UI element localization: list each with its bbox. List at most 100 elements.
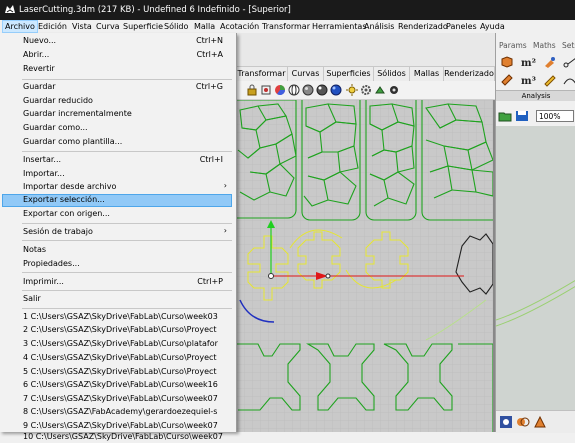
menu-item-notas[interactable]: Notas: [2, 244, 232, 256]
menu-curva[interactable]: Curva: [96, 22, 120, 31]
box-icon[interactable]: [499, 55, 515, 69]
area-icon[interactable]: m²: [520, 55, 536, 69]
label: 4 C:\Users\GSAZ\SkyDrive\FabLab\Curso\Pr…: [23, 353, 217, 362]
viewport-canvas[interactable]: [236, 99, 494, 432]
sphere-wire-icon[interactable]: [288, 84, 300, 96]
sphere-blue-icon[interactable]: [330, 84, 342, 96]
menu-archivo[interactable]: Archivo: [2, 20, 38, 33]
label: Nuevo...: [23, 36, 57, 45]
recent-file-8[interactable]: 8 C:\Users\GSAZ\FabAcademy\gerardoezequi…: [2, 406, 232, 418]
lock-icon[interactable]: [246, 84, 258, 96]
tab-renderizado[interactable]: Renderizado: [444, 67, 495, 81]
sphere-rendered-icon[interactable]: [316, 84, 328, 96]
recent-file-4[interactable]: 4 C:\Users\GSAZ\SkyDrive\FabLab\Curso\Pr…: [2, 352, 232, 364]
recent-file-6[interactable]: 6 C:\Users\GSAZ\SkyDrive\FabLab\Curso\we…: [2, 379, 232, 391]
menu-item-importar-desde-archivo[interactable]: Importar desde archivo ›: [2, 181, 232, 193]
tab-curvas[interactable]: Curvas: [288, 67, 324, 81]
menu-item-guardar[interactable]: Guardar Ctrl+G: [2, 81, 232, 93]
label: Abrir...: [23, 50, 50, 59]
recent-file-1[interactable]: 1 C:\Users\GSAZ\SkyDrive\FabLab\Curso\we…: [2, 311, 232, 323]
svg-text:m²: m²: [521, 58, 536, 69]
menu-vista[interactable]: Vista: [72, 22, 92, 31]
canvas-toolbar: [496, 410, 575, 433]
toolbar-tab-strip: Transformar Curvas Superficies Sólidos M…: [236, 67, 495, 82]
tab-maths[interactable]: Maths: [533, 41, 556, 50]
menu-edicion[interactable]: Edición: [38, 22, 67, 31]
label: 5 C:\Users\GSAZ\SkyDrive\FabLab\Curso\Pr…: [23, 367, 217, 376]
label: 7 C:\Users\GSAZ\SkyDrive\FabLab\Curso\we…: [23, 394, 218, 403]
separator: [22, 308, 232, 309]
color-wheel-icon[interactable]: [274, 84, 286, 96]
bake-icon[interactable]: [533, 415, 547, 429]
gear-icon[interactable]: [360, 84, 372, 96]
menu-item-exportar-con-origen[interactable]: Exportar con origen...: [2, 208, 232, 220]
menu-item-abrir[interactable]: Abrir... Ctrl+A: [2, 49, 232, 61]
menu-item-sesion-de-trabajo[interactable]: Sesión de trabajo ›: [2, 226, 232, 238]
menu-solido[interactable]: Sólido: [164, 22, 188, 31]
menu-acotacion[interactable]: Acotación: [220, 22, 259, 31]
menu-malla[interactable]: Malla: [194, 22, 215, 31]
menu-item-insertar[interactable]: Insertar... Ctrl+I: [2, 154, 232, 166]
record-icon[interactable]: [388, 84, 400, 96]
shortcut: Ctrl+I: [199, 155, 223, 164]
submenu-arrow-icon: ›: [223, 226, 227, 235]
tab-superficies[interactable]: Superficies: [324, 67, 374, 81]
menu-item-nuevo[interactable]: Nuevo... Ctrl+N: [2, 35, 232, 47]
label: Salir: [23, 294, 41, 303]
zoom-field[interactable]: 100%: [536, 110, 574, 122]
shortcut: Ctrl+P: [197, 277, 223, 286]
separator: [22, 151, 232, 152]
viewport-superior[interactable]: [236, 99, 494, 432]
menu-ayuda[interactable]: Ayuda: [480, 22, 505, 31]
sphere-shaded-icon[interactable]: [302, 84, 314, 96]
cluster-icon[interactable]: [516, 415, 530, 429]
menu-item-propiedades[interactable]: Propiedades...: [2, 258, 232, 270]
recent-file-5[interactable]: 5 C:\Users\GSAZ\SkyDrive\FabLab\Curso\Pr…: [2, 366, 232, 378]
light-icon[interactable]: [346, 84, 358, 96]
menu-item-guardar-plantilla[interactable]: Guardar como plantilla...: [2, 136, 232, 148]
grasshopper-canvas[interactable]: [496, 126, 575, 410]
menu-analisis[interactable]: Análisis: [364, 22, 394, 31]
svg-text:m³: m³: [521, 76, 536, 87]
save-icon[interactable]: [515, 110, 529, 122]
tab-transformar[interactable]: Transformar: [236, 67, 288, 81]
menu-item-imprimir[interactable]: Imprimir... Ctrl+P: [2, 276, 232, 288]
label: Exportar selección...: [23, 195, 105, 204]
pen-icon[interactable]: [542, 73, 558, 87]
recent-file-7[interactable]: 7 C:\Users\GSAZ\SkyDrive\FabLab\Curso\we…: [2, 393, 232, 405]
label: Guardar reducido: [23, 96, 93, 105]
grasshopper-icon[interactable]: [374, 84, 386, 96]
paint-icon[interactable]: [499, 73, 515, 87]
submenu-arrow-icon: ›: [223, 181, 227, 190]
tab-params[interactable]: Params: [499, 41, 527, 50]
recent-file-10[interactable]: 10 C:\Users\GSAZ\SkyDrive\FabLab\Curso\w…: [2, 431, 232, 443]
label: Insertar...: [23, 155, 62, 164]
recent-file-3[interactable]: 3 C:\Users\GSAZ\SkyDrive\FabLab\Curso\pl…: [2, 338, 232, 350]
menu-item-revertir[interactable]: Revertir: [2, 63, 232, 75]
menu-item-exportar-seleccion[interactable]: Exportar selección...: [2, 194, 232, 207]
separator: [22, 272, 232, 273]
menu-item-guardar-incrementalmente[interactable]: Guardar incrementalmente: [2, 108, 232, 120]
menu-renderizado[interactable]: Renderizado: [398, 22, 448, 31]
menu-herramientas[interactable]: Herramientas: [312, 22, 367, 31]
menu-item-salir[interactable]: Salir: [2, 293, 232, 305]
tab-mallas[interactable]: Mallas: [410, 67, 444, 81]
preview-icon[interactable]: [499, 415, 513, 429]
scissors-icon[interactable]: [562, 55, 575, 69]
menu-superficie[interactable]: Superficie: [123, 22, 163, 31]
volume-icon[interactable]: m³: [520, 73, 536, 87]
menu-item-guardar-reducido[interactable]: Guardar reducido: [2, 95, 232, 107]
label: Guardar incrementalmente: [23, 109, 132, 118]
menu-transformar[interactable]: Transformar: [262, 22, 310, 31]
rhino-app-icon: [5, 5, 15, 13]
tab-sets[interactable]: Sets: [562, 41, 575, 50]
brush-icon[interactable]: [542, 55, 558, 69]
menu-item-guardar-como[interactable]: Guardar como...: [2, 122, 232, 134]
group-icon[interactable]: [260, 84, 272, 96]
menu-paneles[interactable]: Paneles: [446, 22, 477, 31]
menu-item-importar[interactable]: Importar...: [2, 168, 232, 180]
recent-file-2[interactable]: 2 C:\Users\GSAZ\SkyDrive\FabLab\Curso\Pr…: [2, 324, 232, 336]
open-icon[interactable]: [498, 110, 512, 122]
tab-solidos[interactable]: Sólidos: [374, 67, 410, 81]
curve-icon[interactable]: [562, 73, 575, 87]
